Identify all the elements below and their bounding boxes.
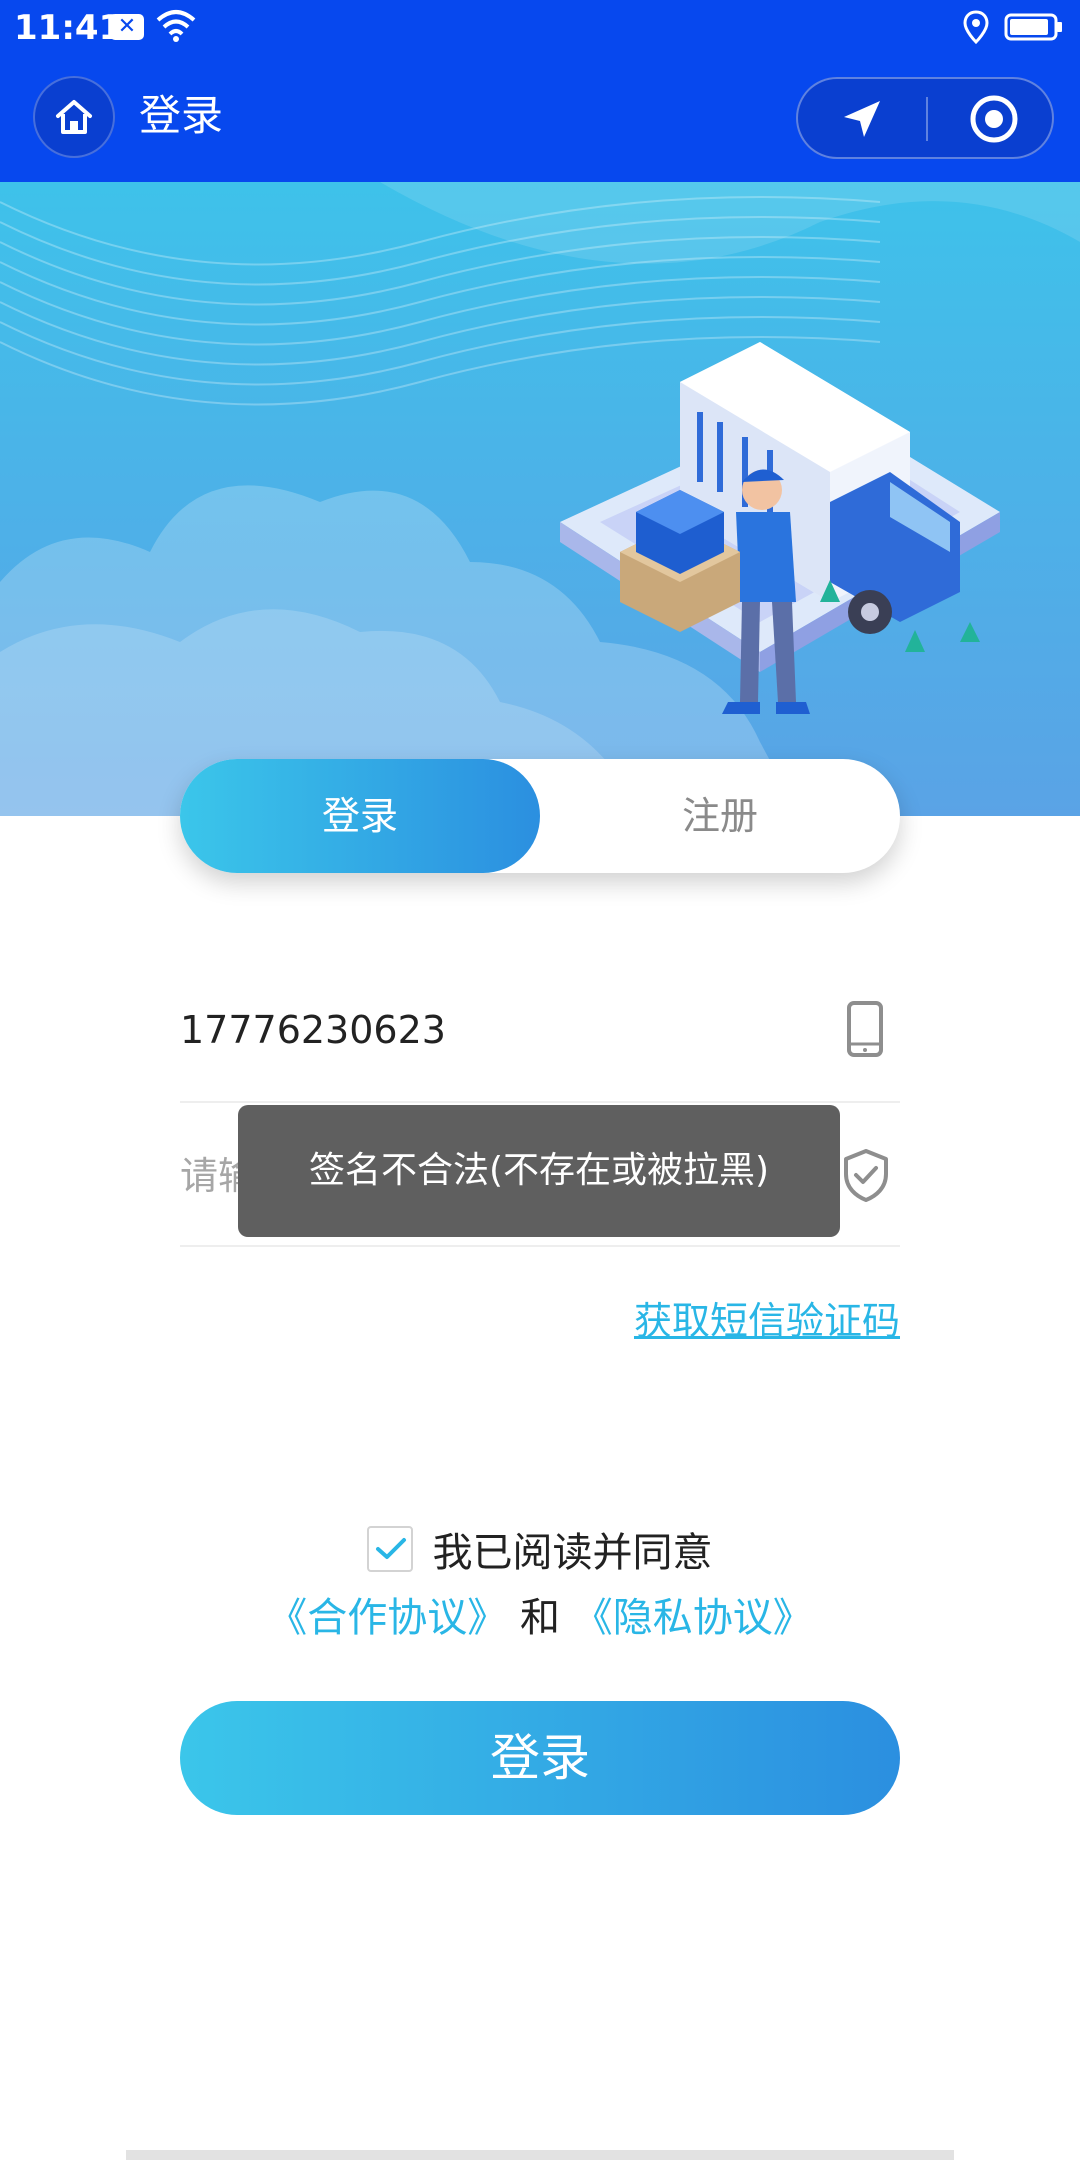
cooperation-agreement-link[interactable]: 《合作协议》 xyxy=(267,1595,507,1641)
login-button[interactable]: 登录 xyxy=(180,1701,900,1815)
wifi-icon xyxy=(156,8,196,48)
get-sms-code-link[interactable]: 获取短信验证码 xyxy=(634,1296,900,1346)
bottom-edge xyxy=(126,2150,954,2160)
home-button[interactable] xyxy=(33,76,115,158)
divider xyxy=(180,1101,900,1103)
home-icon xyxy=(56,100,92,134)
target-icon[interactable] xyxy=(968,93,1020,149)
checkmark-icon xyxy=(376,1538,407,1559)
agree-checkbox[interactable] xyxy=(367,1526,414,1572)
status-bar: 11:41 ✕ xyxy=(0,0,1080,56)
capsule-divider xyxy=(926,97,928,141)
status-time: 11:41 xyxy=(14,8,123,48)
agreement-row: 我已阅读并同意 xyxy=(0,1520,1080,1576)
phone-field[interactable]: 17776230623 xyxy=(180,1005,446,1055)
error-toast: 签名不合法(不存在或被拉黑) xyxy=(238,1105,840,1237)
agreement-text: 我已阅读并同意 xyxy=(432,1530,713,1576)
mini-program-capsule xyxy=(796,77,1054,159)
and-text: 和 xyxy=(520,1595,560,1641)
battery-icon xyxy=(1004,12,1064,46)
notification-x-icon: ✕ xyxy=(110,14,144,40)
protocol-links: 《合作协议》 和 《隐私协议》 xyxy=(0,1590,1080,1646)
login-register-tabs: 登录 注册 xyxy=(180,759,900,873)
mobile-phone-icon xyxy=(846,1000,884,1062)
location-pin-icon xyxy=(962,10,990,48)
banner-illustration xyxy=(0,182,1080,816)
tab-login[interactable]: 登录 xyxy=(180,759,540,873)
page-title: 登录 xyxy=(139,91,224,140)
delivery-truck-illustration xyxy=(0,182,1080,816)
tab-register[interactable]: 注册 xyxy=(540,759,900,873)
navigation-arrow-icon[interactable] xyxy=(838,95,886,147)
divider xyxy=(180,1245,900,1247)
nav-bar: 登录 xyxy=(0,56,1080,182)
shield-check-icon xyxy=(842,1148,890,1206)
privacy-agreement-link[interactable]: 《隐私协议》 xyxy=(573,1595,813,1641)
